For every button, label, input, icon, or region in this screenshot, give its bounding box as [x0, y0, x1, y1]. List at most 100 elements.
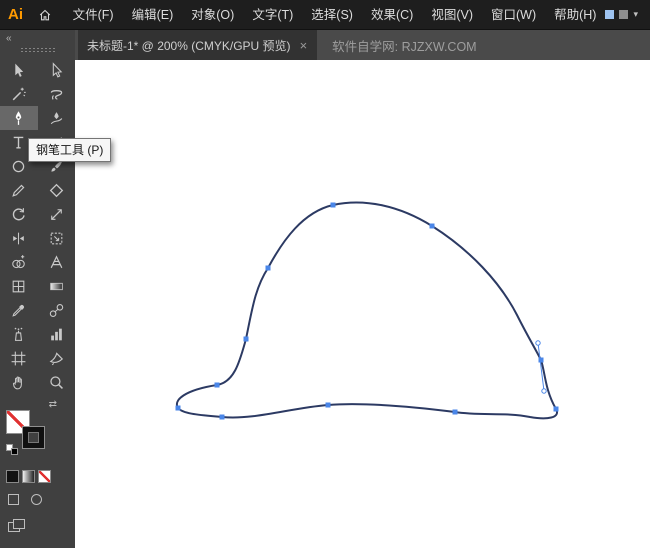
ellipse-tool-icon	[13, 160, 25, 172]
anchor-point[interactable]	[325, 402, 331, 408]
artboard-tool[interactable]	[0, 346, 38, 370]
canvas[interactable]	[75, 60, 650, 548]
anchor-point[interactable]	[214, 382, 220, 388]
watermark-text: 软件自学网: RJZXW.COM	[332, 39, 477, 54]
anchor-point[interactable]	[538, 357, 544, 363]
anchor-point[interactable]	[452, 409, 458, 415]
tool-grid	[0, 58, 75, 394]
menu-item-file[interactable]: 文件(F)	[64, 0, 123, 30]
home-button[interactable]	[32, 0, 58, 30]
free-transform-tool[interactable]	[38, 226, 76, 250]
mesh-tool[interactable]	[0, 274, 38, 298]
menubar-items: 文件(F) 编辑(E) 对象(O) 文字(T) 选择(S) 效果(C) 视图(V) 窗口(W)…	[64, 0, 606, 30]
menubar: Ai 文件(F) 编辑(E) 对象(O) 文字(T) 选择(S) 效果(C) 视图(V) 窗口…	[0, 0, 650, 30]
artwork-svg[interactable]	[75, 60, 650, 548]
rotate-tool[interactable]	[0, 202, 38, 226]
tools-panel: « ⇄	[0, 30, 75, 548]
screen-mode-icon	[13, 519, 25, 529]
anchor-point[interactable]	[330, 202, 336, 208]
width-tool[interactable]	[0, 226, 38, 250]
drawing-modes	[8, 494, 75, 505]
fill-stroke-control: ⇄	[5, 399, 57, 458]
default-fill-stroke-icon[interactable]	[6, 444, 19, 455]
anchor-point[interactable]	[265, 265, 271, 271]
pen-tool[interactable]	[0, 106, 38, 130]
blend-tool-icon	[49, 303, 63, 317]
gradient-tool-icon	[49, 282, 63, 290]
bezier-handle-end[interactable]	[535, 340, 541, 346]
workspace-tile-icon	[619, 10, 629, 19]
type-tool-icon	[13, 136, 24, 149]
magic-wand-tool-icon	[12, 87, 26, 100]
none-button[interactable]	[38, 470, 51, 483]
menu-item-select[interactable]: 选择(S)	[302, 0, 362, 30]
width-tool-icon	[13, 232, 25, 244]
menu-item-help[interactable]: 帮助(H)	[545, 0, 605, 30]
eraser-tool[interactable]	[38, 178, 76, 202]
blend-tool[interactable]	[38, 298, 76, 322]
menu-item-edit[interactable]: 编辑(E)	[123, 0, 183, 30]
document-tab[interactable]: 未标题-1* @ 200% (CMYK/GPU 预览) ×	[78, 30, 318, 60]
free-transform-tool-icon	[50, 232, 63, 244]
tools-panel-header: «	[0, 30, 75, 55]
pencil-tool[interactable]	[0, 178, 38, 202]
zoom-tool[interactable]	[38, 370, 76, 394]
symbol-sprayer-tool-icon	[14, 327, 23, 341]
perspective-grid-tool-icon	[50, 254, 63, 268]
menu-item-window[interactable]: 窗口(W)	[482, 0, 545, 30]
document-tab-title: 未标题-1* @ 200% (CMYK/GPU 预览)	[87, 38, 291, 53]
collapse-panel-button[interactable]: «	[6, 33, 75, 44]
gradient-tool[interactable]	[38, 274, 76, 298]
app-logo: Ai	[8, 6, 23, 23]
shape-builder-tool[interactable]	[0, 250, 38, 274]
anchor-point[interactable]	[429, 223, 435, 229]
direct-selection-tool[interactable]	[38, 58, 76, 82]
anchor-point[interactable]	[175, 405, 181, 411]
panel-drag-grip[interactable]	[19, 47, 56, 53]
pen-tool-icon	[15, 110, 22, 125]
rotate-tool-icon	[13, 207, 25, 220]
anchor-point[interactable]	[553, 406, 559, 412]
lasso-tool[interactable]	[38, 82, 76, 106]
default-stroke-square	[11, 448, 18, 455]
drawn-path[interactable]	[175, 201, 558, 420]
pencil-tool-icon	[12, 184, 25, 197]
bezier-handle-end[interactable]	[541, 388, 547, 394]
color-button[interactable]	[6, 470, 19, 483]
workspace-switcher[interactable]: ▾	[605, 9, 650, 20]
anchor-point[interactable]	[243, 336, 249, 342]
menu-item-object[interactable]: 对象(O)	[182, 0, 243, 30]
screen-mode-button[interactable]	[8, 519, 26, 533]
scale-tool-icon	[50, 208, 62, 220]
eyedropper-tool[interactable]	[0, 298, 38, 322]
swap-fill-stroke-icon[interactable]: ⇄	[49, 399, 57, 410]
column-graph-tool[interactable]	[38, 322, 76, 346]
hand-tool-icon	[13, 376, 23, 389]
menu-item-effect[interactable]: 效果(C)	[362, 0, 422, 30]
stroke-swatch[interactable]	[22, 426, 45, 449]
perspective-grid-tool[interactable]	[38, 250, 76, 274]
gradient-button[interactable]	[22, 470, 35, 483]
document-tabbar: 未标题-1* @ 200% (CMYK/GPU 预览) × 软件自学网: RJZ…	[75, 30, 650, 60]
direct-selection-tool-icon	[52, 61, 63, 78]
draw-inside-icon[interactable]	[31, 494, 42, 505]
menu-item-view[interactable]: 视图(V)	[422, 0, 482, 30]
home-icon	[39, 9, 50, 20]
symbol-sprayer-tool[interactable]	[0, 322, 38, 346]
curvature-tool[interactable]	[38, 106, 76, 130]
menu-item-type[interactable]: 文字(T)	[243, 0, 302, 30]
slice-tool[interactable]	[38, 346, 76, 370]
magic-wand-tool[interactable]	[0, 82, 38, 106]
paint-style-buttons	[6, 470, 75, 483]
workspace-tile-icon	[605, 10, 615, 19]
scale-tool[interactable]	[38, 202, 76, 226]
selection-tool[interactable]	[0, 58, 38, 82]
eraser-tool-icon	[49, 183, 63, 197]
hand-tool[interactable]	[0, 370, 38, 394]
close-tab-icon[interactable]: ×	[300, 39, 308, 52]
slice-tool-icon	[49, 351, 63, 365]
anchor-point[interactable]	[219, 414, 225, 420]
eyedropper-tool-icon	[12, 304, 25, 317]
chevron-down-icon: ▾	[633, 9, 638, 19]
draw-normal-icon[interactable]	[8, 494, 19, 505]
